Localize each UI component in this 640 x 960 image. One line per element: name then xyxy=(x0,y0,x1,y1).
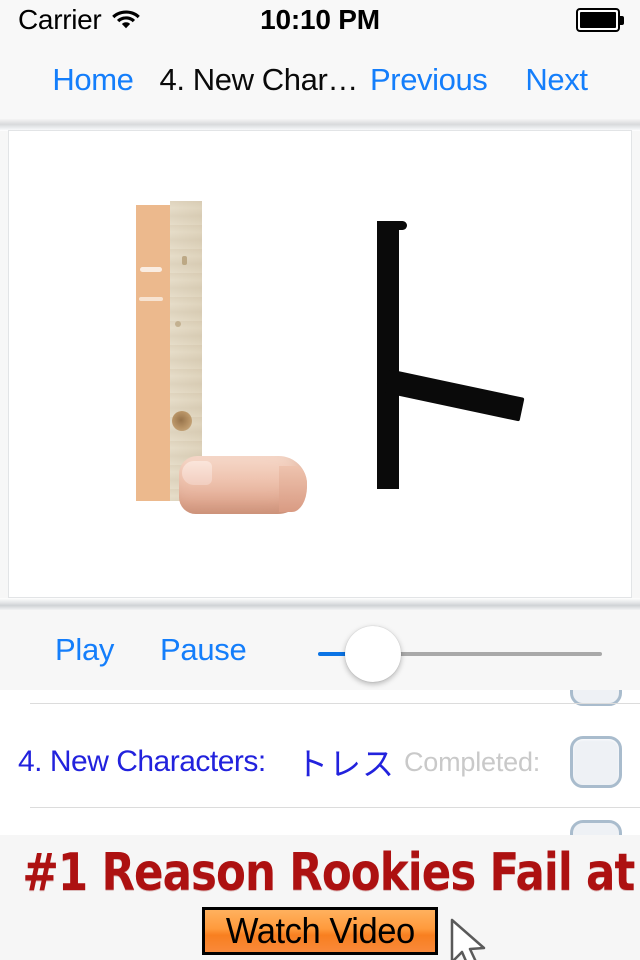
row-divider-bottom xyxy=(30,807,640,808)
next-button[interactable]: Next xyxy=(525,62,588,98)
home-button[interactable]: Home xyxy=(52,62,133,98)
character-image-card[interactable] xyxy=(8,130,632,598)
katakana-character-glyph xyxy=(359,221,549,511)
pause-button[interactable]: Pause xyxy=(160,632,247,668)
battery-icon xyxy=(576,8,624,32)
navigation-bar: Home 4. New Char… Previous Next xyxy=(0,40,640,119)
completed-checkbox[interactable] xyxy=(570,736,622,788)
completed-checkbox-next-row[interactable] xyxy=(570,820,622,835)
lesson-list: 4. New Characters: トレス Completed: xyxy=(0,690,640,835)
card-inner xyxy=(9,131,631,597)
slider-thumb[interactable] xyxy=(345,626,401,682)
watch-video-label: Watch Video xyxy=(225,910,415,951)
status-bar-time: 10:10 PM xyxy=(260,4,380,35)
row-divider-top xyxy=(30,703,640,704)
player-controls: Play Pause xyxy=(0,610,640,690)
table-row[interactable]: 4. New Characters: トレス Completed: xyxy=(0,720,640,804)
row-kana-label: トレス xyxy=(296,746,396,782)
app-root: Carrier 10:10 PM Home 4. New Char… Previ… xyxy=(0,0,640,960)
watch-video-button[interactable]: Watch Video xyxy=(202,907,438,955)
play-button[interactable]: Play xyxy=(55,632,114,668)
previous-button[interactable]: Previous xyxy=(370,62,488,98)
card-bottom-shadow xyxy=(0,598,640,610)
cursor-arrow-icon xyxy=(448,918,492,960)
row-completed-label: Completed: xyxy=(404,746,541,777)
ad-headline: #1 Reason Rookies Fail at Kanji xyxy=(22,843,640,903)
playback-slider[interactable] xyxy=(318,626,602,682)
pointing-finger-illustration xyxy=(179,456,307,518)
row-title-label: 4. New Characters: xyxy=(18,745,266,778)
page-title: 4. New Char… xyxy=(159,61,359,97)
status-bar: Carrier 10:10 PM xyxy=(0,0,640,40)
ad-banner[interactable]: #1 Reason Rookies Fail at Kanji Watch Vi… xyxy=(0,835,640,960)
